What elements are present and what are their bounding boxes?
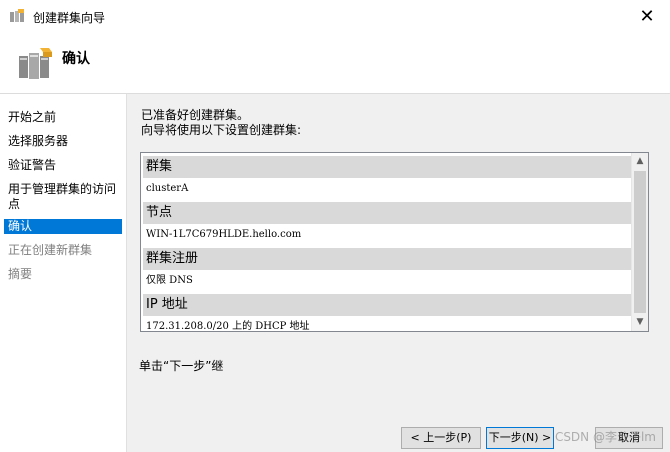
- wizard-content: 已准备好创建群集。 向导将使用以下设置创建群集: 群集 clusterA 节点 …: [126, 94, 670, 452]
- next-button[interactable]: 下一步(N) >: [486, 427, 554, 449]
- cluster-servers-icon: [19, 48, 52, 79]
- settings-list[interactable]: 群集 clusterA 节点 WIN-1L7C679HLDE.hello.com…: [140, 152, 649, 332]
- watermark: CSDN @李公子lm: [554, 430, 656, 444]
- setting-heading-registration: 群集注册: [143, 248, 631, 270]
- setting-heading-ip: IP 地址: [143, 294, 631, 316]
- step-creating-cluster: 正在创建新群集: [8, 243, 93, 257]
- step-before-you-begin[interactable]: 开始之前: [8, 110, 122, 125]
- close-icon: ✕: [639, 5, 655, 27]
- title-bar: 创建群集向导 ✕: [0, 0, 670, 32]
- scroll-down-arrow-icon[interactable]: ▼: [632, 314, 648, 331]
- page-title: 确认: [62, 51, 90, 67]
- wizard-header: 确认: [0, 32, 670, 94]
- next-hint: 单击“下一步”继: [139, 359, 224, 373]
- setting-heading-nodes: 节点: [143, 202, 631, 224]
- setting-heading-cluster: 群集: [143, 156, 631, 178]
- step-access-point[interactable]: 用于管理群集的访问点: [8, 182, 122, 212]
- cluster-wizard-icon: [10, 9, 24, 22]
- setting-value-ip: 172.31.208.0/20 上的 DHCP 地址: [146, 321, 310, 332]
- setting-value-cluster: clusterA: [146, 183, 189, 194]
- vertical-scrollbar[interactable]: ▲ ▼: [631, 153, 648, 331]
- step-confirmation[interactable]: 确认: [4, 219, 122, 234]
- previous-button[interactable]: < 上一步(P): [401, 427, 481, 449]
- intro-line-2: 向导将使用以下设置创建群集:: [141, 123, 302, 137]
- step-summary: 摘要: [8, 267, 33, 281]
- close-button[interactable]: ✕: [624, 0, 670, 32]
- scrollbar-thumb[interactable]: [634, 171, 646, 313]
- intro-text: 已准备好创建群集。 向导将使用以下设置创建群集:: [141, 108, 301, 138]
- window-title: 创建群集向导: [33, 11, 106, 25]
- intro-line-1: 已准备好创建群集。: [141, 108, 250, 122]
- setting-value-registration: 仅限 DNS: [146, 275, 193, 286]
- scroll-up-arrow-icon[interactable]: ▲: [632, 153, 648, 170]
- step-select-servers[interactable]: 选择服务器: [8, 134, 122, 149]
- setting-value-nodes: WIN-1L7C679HLDE.hello.com: [146, 229, 302, 240]
- step-validation-warning[interactable]: 验证警告: [8, 158, 122, 173]
- wizard-steps: 开始之前 选择服务器 验证警告 用于管理群集的访问点 确认 正在创建新群集 摘要: [0, 94, 126, 452]
